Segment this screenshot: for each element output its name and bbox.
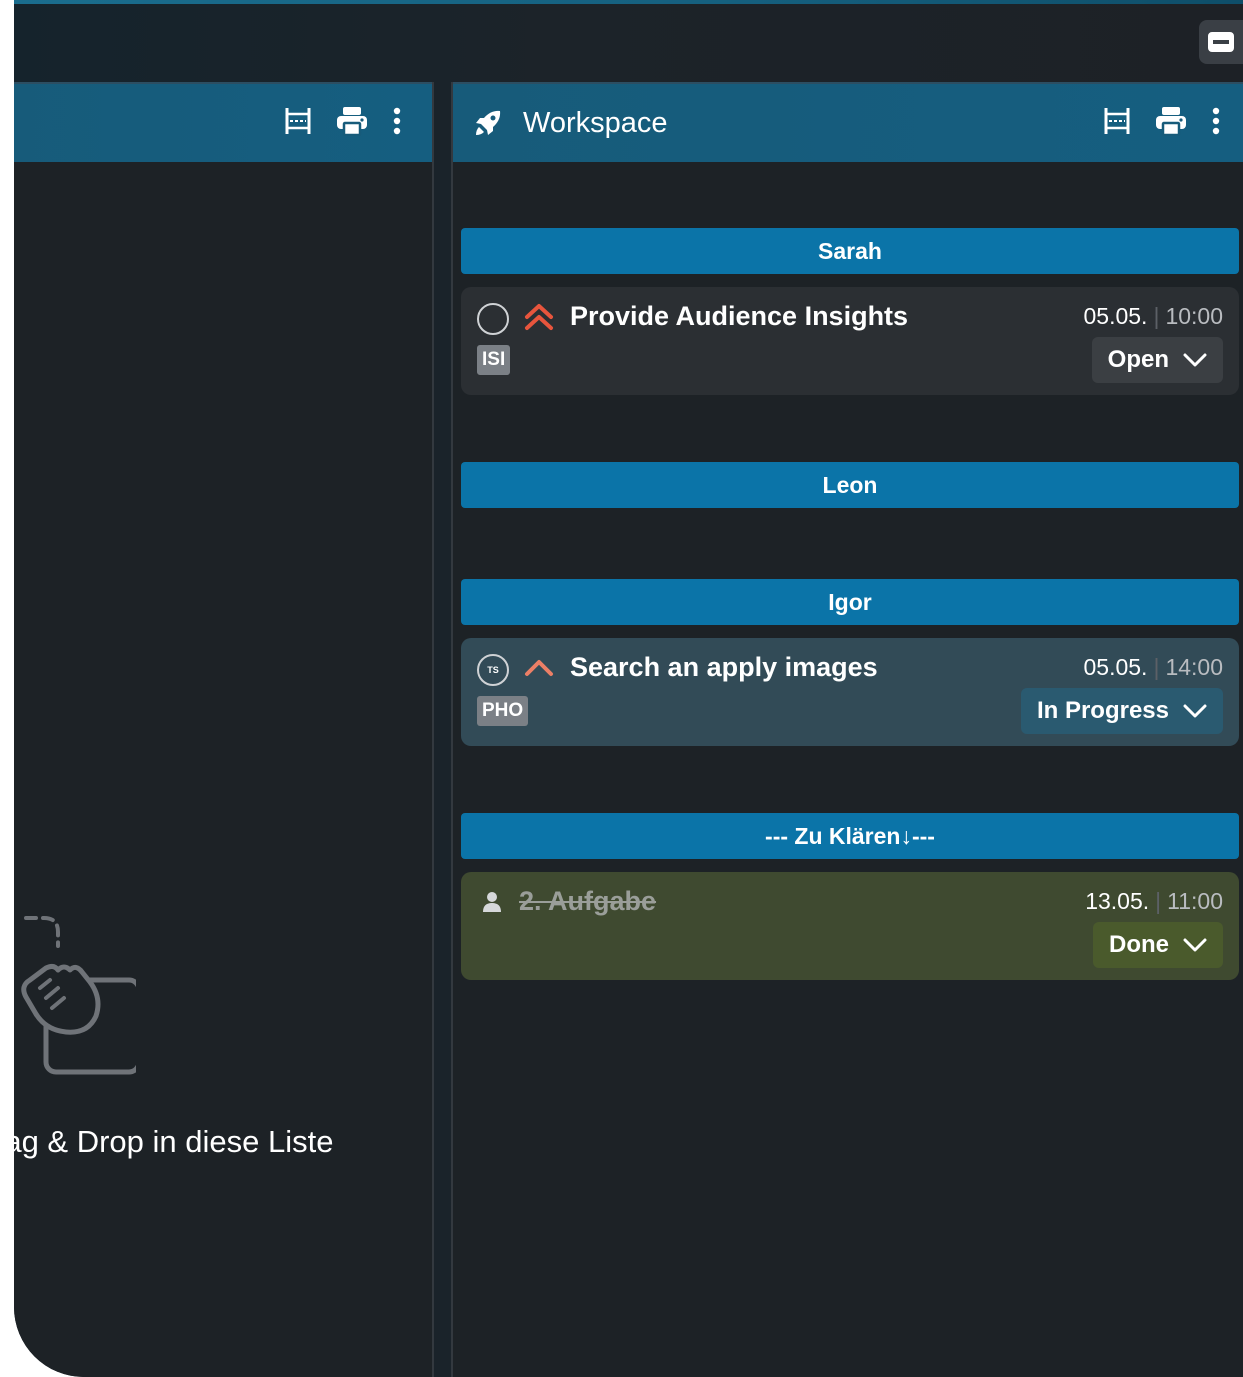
app-window: rag & Drop in diese Liste Workspace Sara…	[14, 0, 1243, 1377]
priority-high-icon	[525, 304, 553, 330]
due-date: 13.05.	[1085, 888, 1150, 914]
panel-title: Workspace	[523, 106, 668, 139]
task-due: 05.05. | 14:00	[1083, 654, 1224, 680]
task-due: 05.05. | 10:00	[1083, 303, 1224, 329]
due-time: 14:00	[1165, 654, 1223, 680]
assignee-avatar[interactable]: TS	[477, 654, 509, 686]
chevron-down-icon	[1183, 938, 1207, 952]
collapse-rows-icon[interactable]	[1103, 106, 1131, 136]
more-options-icon[interactable]	[1211, 106, 1221, 136]
more-options-icon[interactable]	[392, 106, 402, 136]
collapse-rows-icon[interactable]	[284, 106, 312, 136]
project-tag: ISI	[477, 345, 511, 375]
due-time: 10:00	[1165, 303, 1223, 329]
status-dropdown[interactable]: In Progress	[1020, 688, 1223, 734]
project-tag: PHO	[477, 696, 529, 726]
group-header-igor[interactable]: Igor	[461, 579, 1239, 625]
task-title[interactable]: Search an apply images	[570, 652, 878, 683]
due-date: 05.05.	[1083, 303, 1148, 329]
task-card[interactable]: Provide Audience Insights 05.05. | 10:00 I…	[461, 287, 1239, 395]
minimize-button[interactable]	[1199, 20, 1243, 64]
top-accent-bar	[14, 0, 1243, 4]
left-list-panel: rag & Drop in diese Liste	[14, 82, 434, 1377]
workspace-panel-header: Workspace	[453, 82, 1243, 162]
drop-hint-text: rag & Drop in diese Liste	[14, 1124, 334, 1159]
print-icon[interactable]	[336, 106, 368, 136]
task-due: 13.05. | 11:00	[1085, 888, 1223, 914]
group-header-sarah[interactable]: Sarah	[461, 228, 1239, 274]
task-card[interactable]: 2. Aufgabe 13.05. | 11:00 Done	[461, 872, 1239, 980]
rocket-icon	[476, 110, 501, 135]
status-label: Done	[1109, 931, 1169, 958]
left-panel-header	[14, 82, 432, 162]
task-card[interactable]: TS Search an apply images 05.05. | 14:00 P…	[461, 638, 1239, 746]
drag-drop-icon	[21, 916, 136, 1075]
status-label: Open	[1107, 346, 1169, 373]
group-header-zu-klaeren[interactable]: --- Zu Klären↓---	[461, 813, 1239, 859]
chevron-down-icon	[1183, 353, 1207, 367]
group-header-leon[interactable]: Leon	[461, 462, 1239, 508]
minimize-icon	[1208, 32, 1234, 52]
chevron-down-icon	[1183, 704, 1207, 718]
due-time: 11:00	[1167, 888, 1223, 914]
status-dropdown[interactable]: Open	[1091, 337, 1223, 383]
status-dropdown[interactable]: Done	[1093, 922, 1223, 968]
due-date: 05.05.	[1083, 654, 1148, 680]
print-icon[interactable]	[1155, 106, 1187, 136]
user-icon[interactable]	[481, 890, 503, 914]
task-title[interactable]: Provide Audience Insights	[570, 301, 908, 332]
complete-checkbox[interactable]	[477, 303, 509, 335]
task-title[interactable]: 2. Aufgabe	[519, 886, 656, 917]
priority-medium-icon	[525, 660, 553, 676]
workspace-panel: Workspace Sarah Provide Audience Insight…	[451, 82, 1243, 1377]
status-label: In Progress	[1036, 697, 1169, 724]
